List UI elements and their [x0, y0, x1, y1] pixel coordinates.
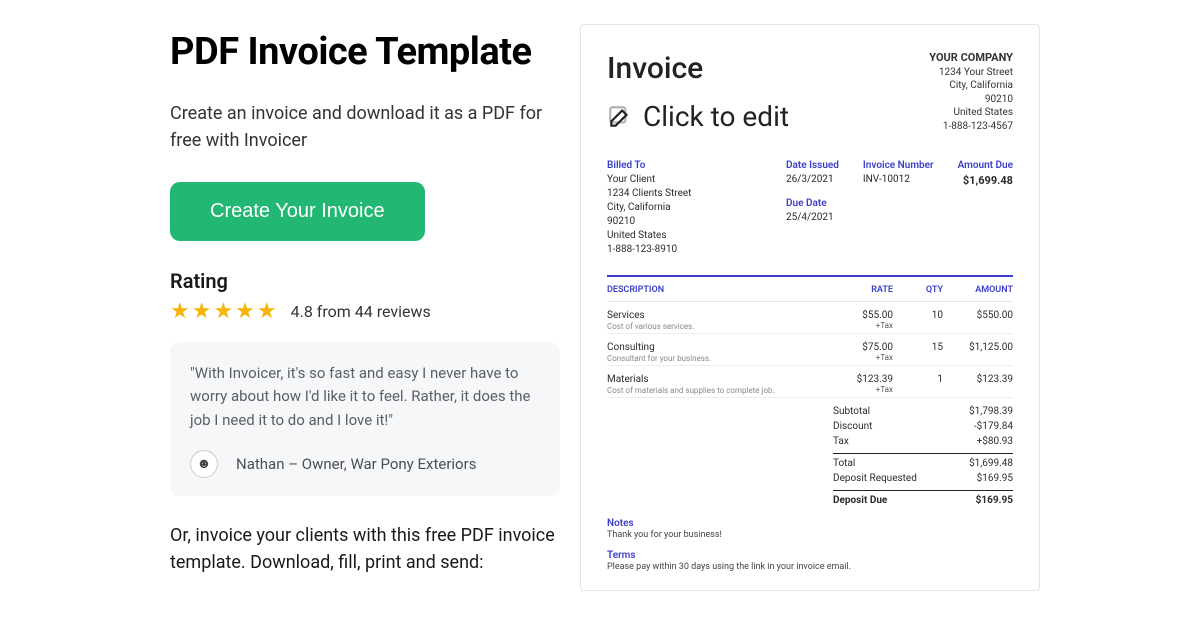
line-amount: $123.39: [943, 374, 1013, 395]
line-sub: Consultant for your business.: [607, 354, 833, 363]
line-name: Materials: [607, 374, 833, 385]
deposit-req-label: Deposit Requested: [833, 473, 917, 484]
page-title: PDF Invoice Template: [170, 30, 560, 74]
reviewer-name: Nathan – Owner, War Pony Exteriors: [236, 455, 476, 473]
alt-text: Or, invoice your clients with this free …: [170, 522, 560, 576]
review-text: "With Invoicer, it's so fast and easy I …: [190, 362, 540, 432]
totals-block: Subtotal $1,798.39 Discount -$179.84 Tax +$…: [833, 404, 1013, 508]
col-description: DESCRIPTION: [607, 285, 833, 295]
avatar-icon: ☻: [190, 450, 218, 478]
line-qty: 15: [893, 342, 943, 363]
company-country: United States: [929, 106, 1013, 120]
line-rate: $75.00: [833, 342, 893, 353]
line-qty: 1: [893, 374, 943, 395]
client-country: United States: [607, 229, 691, 243]
company-city: City, California: [929, 79, 1013, 93]
create-invoice-button[interactable]: Create Your Invoice: [170, 182, 425, 241]
invoice-number-label: Invoice Number: [863, 159, 934, 173]
due-date-label: Due Date: [786, 197, 839, 211]
due-date: 25/4/2021: [786, 211, 839, 225]
date-block: Date Issued 26/3/2021 Due Date 25/4/2021: [786, 159, 839, 257]
line-name: Consulting: [607, 342, 833, 353]
reviewer-row: ☻ Nathan – Owner, War Pony Exteriors: [190, 450, 540, 478]
client-street: 1234 Clients Street: [607, 187, 691, 201]
line-item: Materials Cost of materials and supplies…: [607, 366, 1013, 398]
client-name: Your Client: [607, 173, 691, 187]
amount-due: $1,699.48: [958, 173, 1013, 188]
col-rate: RATE: [833, 285, 893, 295]
edit-icon: [607, 104, 633, 130]
rating-label: Rating: [170, 269, 560, 293]
subtotal-label: Subtotal: [833, 406, 870, 417]
terms-text: Please pay within 30 days using the link…: [607, 562, 1013, 572]
rating-text: 4.8 from 44 reviews: [291, 302, 431, 321]
line-qty: 10: [893, 310, 943, 331]
total-label: Total: [833, 458, 855, 469]
client-phone: 1-888-123-8910: [607, 243, 691, 257]
line-rate: $55.00: [833, 310, 893, 321]
amount-due-block: Amount Due $1,699.48: [958, 159, 1013, 257]
date-issued-label: Date Issued: [786, 159, 839, 173]
line-amount: $1,125.00: [943, 342, 1013, 363]
invoice-heading: Invoice: [607, 51, 789, 86]
terms-label: Terms: [607, 550, 1013, 561]
page-subtitle: Create an invoice and download it as a P…: [170, 100, 560, 154]
discount: -$179.84: [974, 421, 1013, 432]
col-qty: QTY: [893, 285, 943, 295]
billed-to-label: Billed To: [607, 159, 691, 173]
company-zip: 90210: [929, 93, 1013, 107]
line-item: Consulting Consultant for your business.…: [607, 334, 1013, 366]
table-header: DESCRIPTION RATE QTY AMOUNT: [607, 277, 1013, 302]
line-sub: Cost of various services.: [607, 322, 833, 331]
invoice-number-block: Invoice Number INV-10012: [863, 159, 934, 257]
deposit-due-label: Deposit Due: [833, 495, 887, 506]
company-street: 1234 Your Street: [929, 66, 1013, 80]
deposit-req: $169.95: [977, 473, 1013, 484]
discount-label: Discount: [833, 421, 872, 432]
company-phone: 1-888-123-4567: [929, 120, 1013, 134]
client-city: City, California: [607, 201, 691, 215]
star-icons: ★★★★★: [170, 299, 279, 324]
company-name: YOUR COMPANY: [929, 51, 1013, 66]
line-tax: +Tax: [833, 385, 893, 394]
line-sub: Cost of materials and supplies to comple…: [607, 386, 833, 395]
review-card: "With Invoicer, it's so fast and easy I …: [170, 342, 560, 496]
line-item: Services Cost of various services. $55.0…: [607, 302, 1013, 334]
line-amount: $550.00: [943, 310, 1013, 331]
notes-block: Notes Thank you for your business!: [607, 518, 1013, 540]
client-zip: 90210: [607, 215, 691, 229]
invoice-number: INV-10012: [863, 173, 934, 187]
subtotal: $1,798.39: [969, 406, 1013, 417]
rating-row: ★★★★★ 4.8 from 44 reviews: [170, 299, 560, 324]
date-issued: 26/3/2021: [786, 173, 839, 187]
total: $1,699.48: [969, 458, 1013, 469]
company-block: YOUR COMPANY 1234 Your Street City, Cali…: [929, 51, 1013, 133]
tax: +$80.93: [977, 436, 1013, 447]
edit-label: Click to edit: [643, 100, 789, 133]
col-amount: AMOUNT: [943, 285, 1013, 295]
amount-due-label: Amount Due: [958, 159, 1013, 173]
tax-label: Tax: [833, 436, 849, 447]
click-to-edit[interactable]: Click to edit: [607, 100, 789, 133]
line-tax: +Tax: [833, 321, 893, 330]
line-name: Services: [607, 310, 833, 321]
terms-block: Terms Please pay within 30 days using th…: [607, 550, 1013, 572]
invoice-preview[interactable]: Invoice Click to edit YOUR COMPANY 1234 …: [580, 24, 1040, 591]
billed-to-block: Billed To Your Client 1234 Clients Stree…: [607, 159, 691, 257]
notes-text: Thank you for your business!: [607, 530, 1013, 540]
deposit-due: $169.95: [976, 495, 1013, 506]
line-rate: $123.39: [833, 374, 893, 385]
line-tax: +Tax: [833, 353, 893, 362]
notes-label: Notes: [607, 518, 1013, 529]
